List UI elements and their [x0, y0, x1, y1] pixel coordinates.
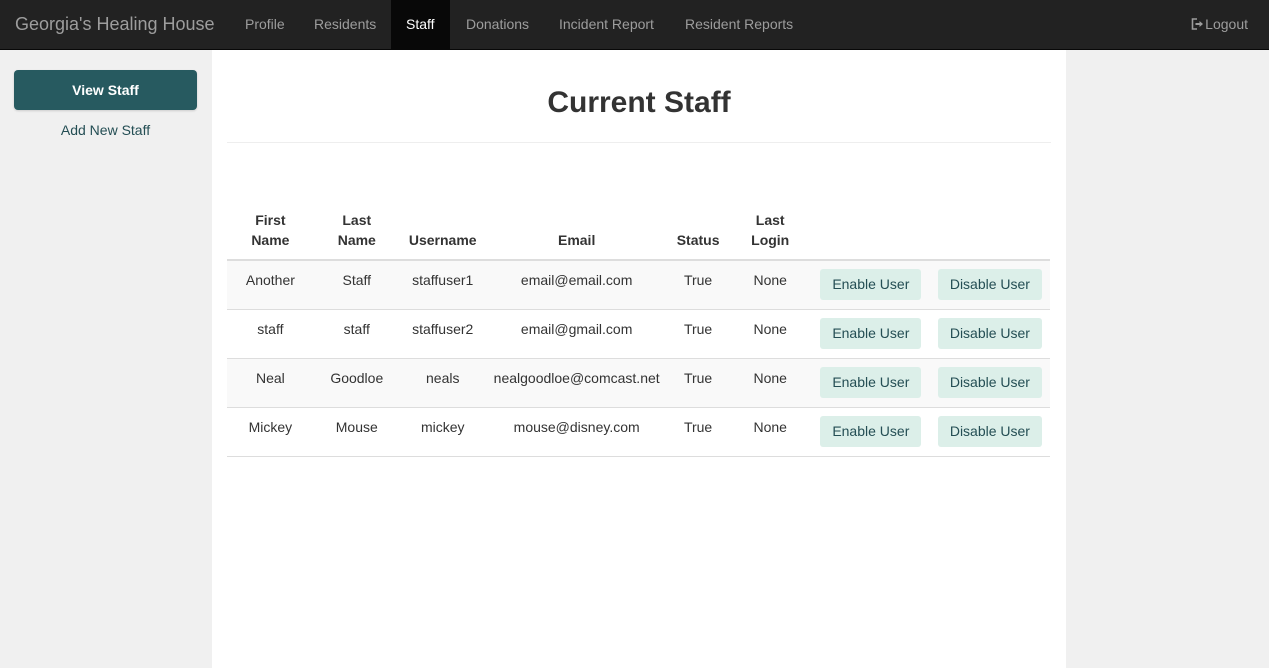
- cell-first-name: staff: [227, 308, 314, 358]
- main-content: Current Staff First Name Last Name Usernam…: [212, 50, 1066, 668]
- table-row: Neal Goodloe neals nealgoodloe@comcast.n…: [227, 357, 1050, 407]
- cell-first-name: Mickey: [227, 406, 314, 457]
- column-header-email: Email: [485, 210, 668, 261]
- cell-last-login: None: [728, 308, 812, 358]
- cell-last-login: None: [728, 406, 812, 457]
- top-navbar: Georgia's Healing House Profile Resident…: [0, 0, 1269, 50]
- column-header-last-login: Last Login: [728, 210, 812, 261]
- column-header-first-name: First Name: [227, 210, 314, 261]
- table-header-row: First Name Last Name Username Email Status…: [227, 210, 1050, 261]
- cell-disable: Disable User: [929, 260, 1050, 309]
- enable-user-button[interactable]: Enable User: [820, 318, 922, 349]
- cell-disable: Disable User: [929, 357, 1050, 407]
- view-staff-button[interactable]: View Staff: [14, 70, 197, 110]
- nav-item-incident-report[interactable]: Incident Report: [544, 0, 669, 49]
- cell-username: neals: [399, 357, 486, 407]
- cell-username: staffuser2: [399, 308, 486, 358]
- cell-first-name: Neal: [227, 357, 314, 407]
- cell-status: True: [667, 406, 729, 457]
- cell-last-name: staff: [313, 308, 400, 358]
- cell-last-login: None: [728, 357, 812, 407]
- add-new-staff-link[interactable]: Add New Staff: [14, 122, 197, 142]
- cell-email: email@gmail.com: [485, 308, 668, 358]
- column-header-username: Username: [399, 210, 486, 261]
- cell-first-name: Another: [227, 260, 314, 309]
- table-row: Another Staff staffuser1 email@email.com…: [227, 260, 1050, 309]
- cell-email: email@email.com: [485, 260, 668, 309]
- disable-user-button[interactable]: Disable User: [937, 269, 1042, 301]
- cell-last-login: None: [728, 260, 812, 309]
- cell-last-name: Goodloe: [313, 357, 400, 407]
- enable-user-button[interactable]: Enable User: [820, 269, 922, 301]
- column-header-enable: [811, 210, 930, 261]
- title-divider: [227, 142, 1051, 143]
- cell-enable: Enable User: [811, 308, 930, 358]
- staff-table: First Name Last Name Username Email Status…: [227, 210, 1050, 457]
- column-header-status: Status: [667, 210, 729, 261]
- column-header-last-name: Last Name: [313, 210, 400, 261]
- disable-user-button[interactable]: Disable User: [937, 416, 1042, 447]
- cell-status: True: [667, 357, 729, 407]
- nav-item-resident-reports[interactable]: Resident Reports: [670, 0, 808, 49]
- enable-user-button[interactable]: Enable User: [820, 416, 922, 447]
- cell-status: True: [667, 308, 729, 358]
- nav-item-profile[interactable]: Profile: [230, 0, 300, 49]
- cell-enable: Enable User: [811, 357, 930, 407]
- cell-status: True: [667, 260, 729, 309]
- disable-user-button[interactable]: Disable User: [937, 318, 1042, 349]
- logout-link[interactable]: Logout: [1191, 0, 1248, 49]
- cell-enable: Enable User: [811, 406, 930, 457]
- cell-enable: Enable User: [811, 260, 930, 309]
- disable-user-button[interactable]: Disable User: [937, 367, 1042, 398]
- nav-item-residents[interactable]: Residents: [299, 0, 391, 49]
- enable-user-button[interactable]: Enable User: [820, 367, 922, 398]
- table-row: staff staff staffuser2 email@gmail.com T…: [227, 308, 1050, 358]
- table-row: Mickey Mouse mickey mouse@disney.com Tru…: [227, 406, 1050, 457]
- cell-disable: Disable User: [929, 406, 1050, 457]
- cell-username: mickey: [399, 406, 486, 457]
- nav-item-donations[interactable]: Donations: [451, 0, 544, 49]
- cell-disable: Disable User: [929, 308, 1050, 358]
- cell-username: staffuser1: [399, 260, 486, 309]
- cell-email: nealgoodloe@comcast.net: [485, 357, 668, 407]
- nav-item-staff[interactable]: Staff: [391, 0, 450, 49]
- cell-last-name: Mouse: [313, 406, 400, 457]
- logout-label: Logout: [1205, 16, 1248, 32]
- sign-out-icon: [1191, 1, 1204, 49]
- cell-email: mouse@disney.com: [485, 406, 668, 457]
- cell-last-name: Staff: [313, 260, 400, 309]
- page-title: Current Staff: [547, 86, 731, 119]
- brand-link[interactable]: Georgia's Healing House: [15, 0, 215, 50]
- column-header-disable: [929, 210, 1050, 261]
